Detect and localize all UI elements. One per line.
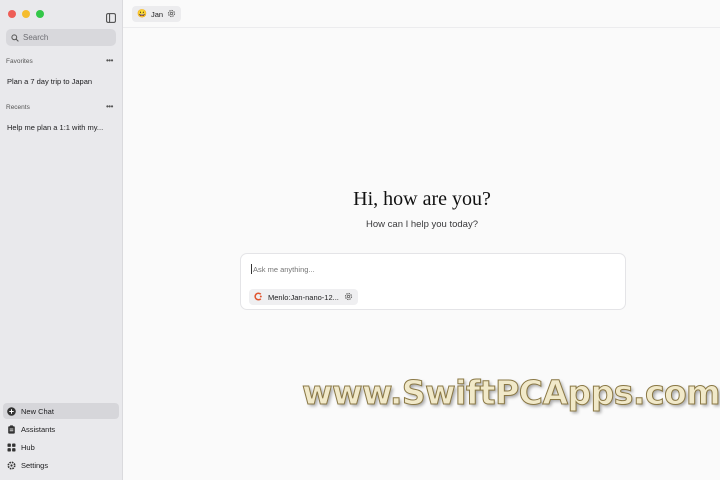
search-icon — [11, 29, 19, 47]
settings-label: Settings — [21, 460, 49, 470]
sidebar-toggle-icon[interactable] — [106, 10, 116, 23]
hub-button[interactable]: Hub — [3, 439, 119, 455]
search-input[interactable]: Search — [6, 29, 116, 46]
greeting-title: Hi, how are you? — [353, 188, 491, 210]
window-controls — [8, 10, 44, 18]
assistant-selector[interactable]: 😀 Jan — [132, 6, 182, 22]
assistant-name: Jan — [150, 9, 164, 19]
top-bar: 😀 Jan — [123, 0, 720, 28]
model-provider-icon — [254, 291, 263, 303]
grid-icon — [7, 443, 16, 452]
model-name: Menlo:Jan-nano-12... — [268, 292, 339, 302]
recent-item[interactable]: Help me plan a 1:1 with my... — [7, 123, 103, 132]
gear-icon — [7, 460, 16, 470]
recents-label: Recents — [6, 104, 30, 111]
chat-composer: Menlo:Jan-nano-12... — [240, 253, 626, 310]
search-placeholder: Search — [23, 33, 49, 42]
favorites-more-icon[interactable]: ••• — [106, 57, 113, 65]
zoom-window-button[interactable] — [36, 10, 44, 18]
new-chat-button[interactable]: New Chat — [3, 403, 119, 419]
model-settings-icon[interactable] — [344, 292, 353, 303]
minimize-window-button[interactable] — [22, 10, 30, 18]
sidebar: Search Favorites ••• Plan a 7 day trip t… — [0, 0, 122, 480]
assistants-button[interactable]: Assistants — [3, 421, 119, 437]
assistant-avatar: 😀 — [137, 9, 147, 18]
close-window-button[interactable] — [8, 10, 16, 18]
chat-input[interactable] — [253, 265, 603, 274]
favorite-item[interactable]: Plan a 7 day trip to Japan — [7, 77, 92, 86]
assistants-label: Assistants — [21, 424, 56, 434]
favorites-label: Favorites — [6, 58, 33, 65]
text-caret — [251, 264, 252, 274]
hub-label: Hub — [21, 442, 35, 452]
new-chat-label: New Chat — [21, 406, 54, 416]
recents-more-icon[interactable]: ••• — [106, 103, 113, 111]
plus-circle-icon — [7, 406, 16, 416]
assistant-settings-icon[interactable] — [167, 9, 176, 20]
watermark: www.SwiftPCApps.com — [301, 373, 720, 413]
clipboard-icon — [7, 424, 16, 434]
settings-button[interactable]: Settings — [3, 457, 119, 473]
model-selector[interactable]: Menlo:Jan-nano-12... — [249, 289, 358, 305]
greeting-subtitle: How can I help you today? — [366, 219, 478, 230]
